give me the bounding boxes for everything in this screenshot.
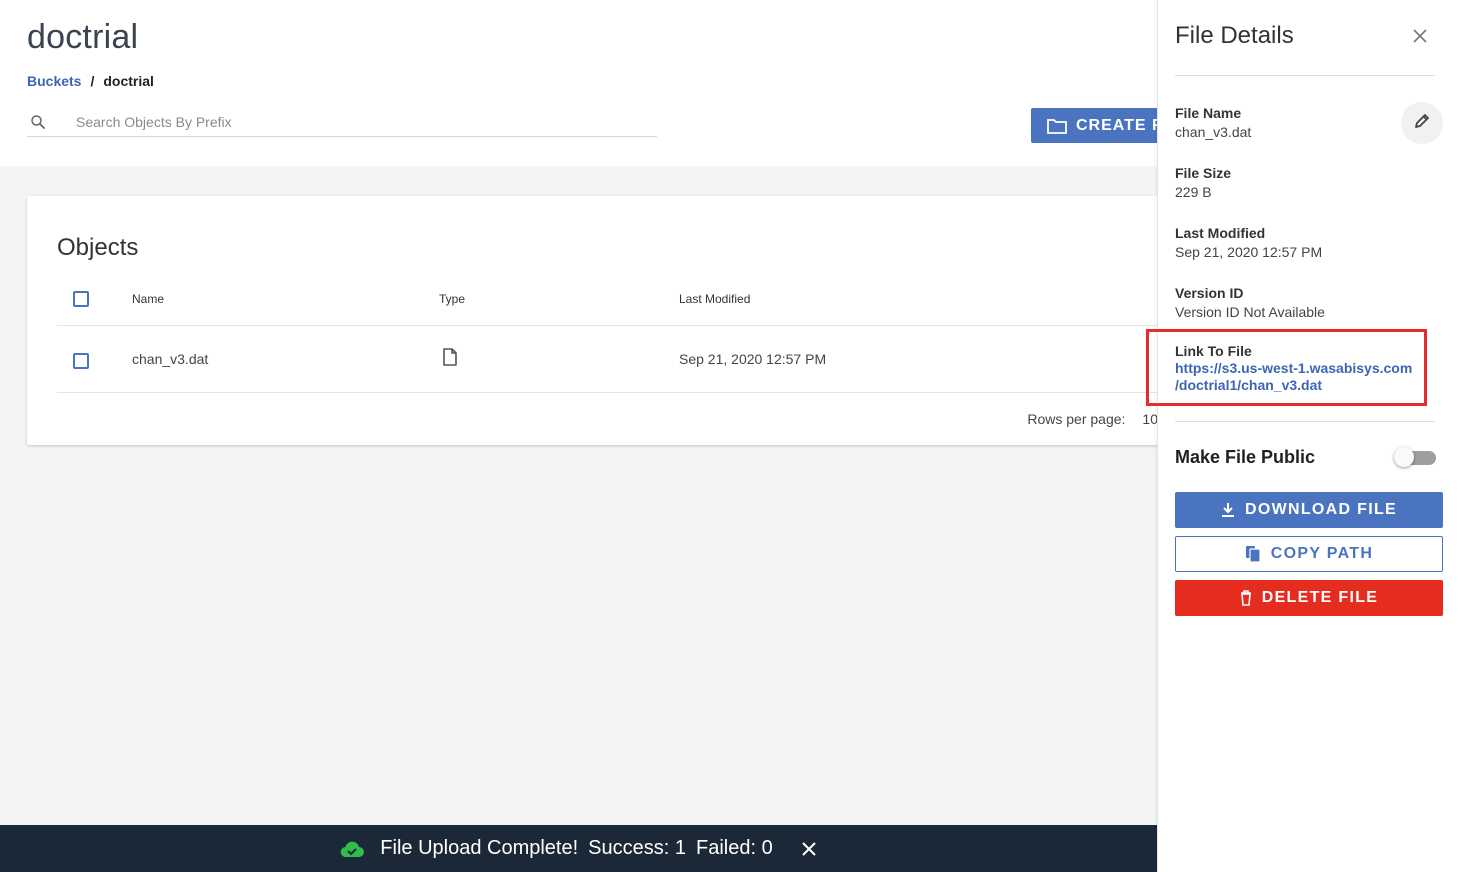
objects-title: Objects [57,234,139,261]
make-public-toggle[interactable] [1394,447,1442,469]
link-to-file-label: Link To File [1175,343,1252,359]
breadcrumb-separator: / [90,73,95,89]
trash-icon [1240,590,1252,606]
rows-per-page-select[interactable]: 10 [1142,411,1158,427]
objects-table: Name Type Last Modified chan_v3.dat Sep … [57,280,1177,393]
download-icon [1221,502,1235,518]
snackbar-success-count: Success: 1 [588,837,686,859]
upload-snackbar: File Upload Complete! Success: 1 Failed:… [0,825,1157,872]
file-size-value: 229 B [1175,184,1212,200]
copy-icon [1245,545,1261,563]
last-modified-label: Last Modified [1175,225,1266,241]
close-icon[interactable] [1413,29,1427,43]
snackbar-failed-count: Failed: 0 [695,837,773,859]
version-id-label: Version ID [1175,285,1244,301]
column-header-type[interactable]: Type [439,292,465,306]
rows-per-page-label: Rows per page: [1027,411,1126,427]
delete-file-button[interactable]: DELETE FILE [1175,580,1443,616]
panel-divider [1175,421,1435,422]
file-name-label: File Name [1175,105,1242,121]
link-url-line-2[interactable]: /doctrial1/chan_v3.dat [1175,377,1415,394]
search-input[interactable] [76,114,576,130]
copy-path-label: COPY PATH [1270,545,1374,562]
row-name[interactable]: chan_v3.dat [132,351,208,367]
row-checkbox[interactable] [73,353,89,369]
row-last-modified: Sep 21, 2020 12:57 PM [679,351,827,367]
pagination: Rows per page: 10 [1027,411,1158,427]
objects-card: Objects Name Type Last Modified chan_v3.… [27,196,1177,445]
download-file-button[interactable]: DOWNLOAD FILE [1175,492,1443,528]
link-to-file-url[interactable]: https://s3.us-west-1.wasabisys.com /doct… [1175,360,1415,394]
panel-divider [1175,75,1435,76]
search-icon [27,111,49,133]
folder-icon [1047,117,1067,135]
cloud-check-icon [340,840,365,858]
table-header: Name Type Last Modified [57,280,1177,326]
link-url-line-1[interactable]: https://s3.us-west-1.wasabisys.com [1175,360,1415,377]
file-icon [442,348,458,371]
last-modified-value: Sep 21, 2020 12:57 PM [1175,244,1323,260]
create-folder-button[interactable]: CREATE FOLDER [1031,108,1171,143]
page-title: doctrial [27,18,139,56]
pencil-icon [1413,112,1431,135]
breadcrumb-buckets-link[interactable]: Buckets [27,73,81,89]
toggle-knob [1394,447,1414,467]
copy-path-button[interactable]: COPY PATH [1175,536,1443,572]
snackbar-close-icon[interactable] [801,841,817,857]
select-all-checkbox[interactable] [73,291,89,307]
download-file-label: DOWNLOAD FILE [1245,501,1397,518]
breadcrumb: Buckets / doctrial [27,73,154,89]
version-id-value: Version ID Not Available [1175,304,1325,320]
search-bar [27,108,657,137]
file-details-panel: File Details File Name chan_v3.dat File … [1146,0,1458,872]
panel-title: File Details [1175,22,1294,49]
edit-button[interactable] [1401,102,1443,144]
delete-file-label: DELETE FILE [1261,589,1379,606]
breadcrumb-current: doctrial [103,73,154,89]
table-row[interactable]: chan_v3.dat Sep 21, 2020 12:57 PM [57,326,1177,393]
snackbar-message: File Upload Complete! [380,837,579,859]
file-size-label: File Size [1175,165,1232,181]
make-public-label: Make File Public [1175,447,1316,467]
column-header-name[interactable]: Name [132,292,164,306]
column-header-last-modified[interactable]: Last Modified [679,292,750,306]
file-name-value: chan_v3.dat [1175,124,1252,140]
